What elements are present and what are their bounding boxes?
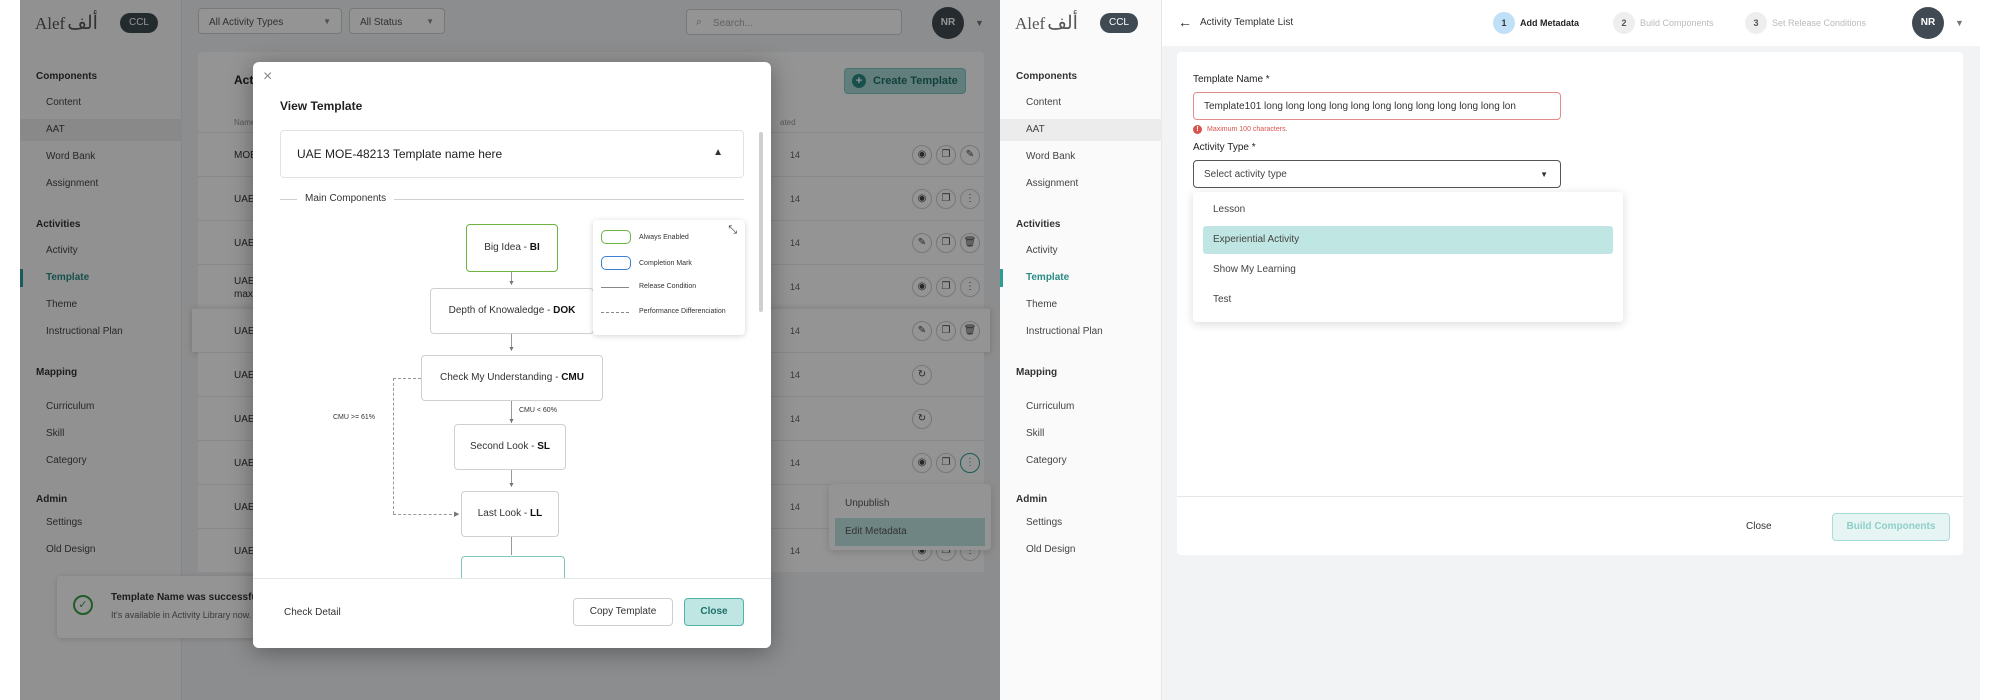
close-button[interactable]: Close bbox=[1746, 521, 1772, 532]
chevron-down-icon: ▼ bbox=[1540, 170, 1548, 179]
legend-always-enabled: Always Enabled bbox=[639, 234, 689, 241]
condition-label-cmu-lt-60: CMU < 60% bbox=[519, 407, 557, 414]
copy-template-button[interactable]: Copy Template bbox=[573, 598, 673, 626]
activity-type-label: Activity Type * bbox=[1193, 142, 1256, 153]
error-message: ! Maximum 100 characters. bbox=[1193, 125, 1288, 134]
chevron-up-icon[interactable]: ▲ bbox=[713, 147, 723, 158]
arrow-down-icon: ▼ bbox=[508, 280, 515, 287]
activity-type-dropdown: Lesson Experiential Activity Show My Lea… bbox=[1193, 192, 1623, 322]
sidebar: Alef ألف CCL Components Content AAT Word … bbox=[1000, 0, 1162, 700]
legend-line-dashed bbox=[601, 312, 629, 313]
template-accordion[interactable]: UAE MOE-48213 Template name here ▲ bbox=[280, 130, 744, 178]
sidebar-item-theme[interactable]: Theme bbox=[1000, 294, 1162, 316]
modal-footer: Check Detail Copy Template Close bbox=[253, 578, 771, 648]
sidebar-item-category[interactable]: Category bbox=[1000, 450, 1162, 472]
sidebar-section-activities: Activities bbox=[1016, 219, 1061, 230]
left-screen: Alef ألف CCL Components Content AAT Word … bbox=[20, 0, 1000, 700]
sidebar-item-activity[interactable]: Activity bbox=[1000, 240, 1162, 262]
avatar[interactable]: NR bbox=[1912, 7, 1944, 39]
sidebar-section-mapping: Mapping bbox=[1016, 367, 1058, 378]
dashed-connector bbox=[393, 514, 457, 515]
alef-logo: Alef ألف bbox=[1015, 13, 1078, 34]
sidebar-item-assignment[interactable]: Assignment bbox=[1000, 173, 1162, 195]
divider bbox=[1177, 496, 1963, 497]
step-3-label[interactable]: Set Release Conditions bbox=[1772, 18, 1866, 28]
sidebar-item-aat[interactable]: AAT bbox=[1000, 119, 1162, 141]
template-name-input[interactable]: Template101 long long long long long lon… bbox=[1193, 92, 1561, 120]
arrow-down-icon: ▼ bbox=[508, 346, 515, 353]
sidebar-section-admin: Admin bbox=[1016, 494, 1048, 505]
ccl-badge: CCL bbox=[1100, 13, 1138, 33]
arrow-down-icon: ▼ bbox=[508, 482, 515, 489]
node-cmu[interactable]: Check My Understanding - CMU bbox=[421, 355, 603, 401]
sidebar-item-settings[interactable]: Settings bbox=[1000, 512, 1162, 534]
option-experiential-activity[interactable]: Experiential Activity bbox=[1203, 226, 1613, 254]
legend-line-solid bbox=[601, 287, 629, 288]
step-2-label[interactable]: Build Components bbox=[1640, 18, 1714, 28]
dashed-connector bbox=[393, 378, 394, 514]
accordion-title: UAE MOE-48213 Template name here bbox=[297, 147, 503, 161]
sidebar-item-word-bank[interactable]: Word Bank bbox=[1000, 146, 1162, 168]
modal-scrollbar[interactable] bbox=[759, 132, 763, 312]
option-lesson[interactable]: Lesson bbox=[1203, 196, 1613, 224]
arrow-left-icon[interactable]: ← bbox=[1178, 14, 1192, 30]
legend-completion-mark: Completion Mark bbox=[639, 260, 692, 267]
legend-release-condition: Release Condition bbox=[639, 283, 697, 290]
modal-title: View Template bbox=[280, 99, 363, 113]
sidebar-item-skill[interactable]: Skill bbox=[1000, 423, 1162, 445]
step-3-number[interactable]: 3 bbox=[1745, 12, 1767, 34]
diagram-legend: ⤡ Always Enabled Completion Mark Release… bbox=[593, 220, 745, 335]
close-button[interactable]: Close bbox=[684, 598, 744, 626]
build-components-button[interactable]: Build Components bbox=[1832, 513, 1950, 541]
condition-label-cmu-ge-61: CMU >= 61% bbox=[333, 414, 376, 421]
connector bbox=[511, 537, 512, 555]
node-big-idea[interactable]: Big Idea - BI bbox=[466, 224, 558, 272]
sidebar-item-template[interactable]: Template bbox=[1000, 267, 1162, 289]
chevron-down-icon[interactable]: ▼ bbox=[1955, 18, 1964, 28]
activity-type-placeholder: Select activity type bbox=[1204, 169, 1287, 180]
node-second-look[interactable]: Second Look - SL bbox=[454, 424, 566, 470]
error-icon: ! bbox=[1193, 125, 1202, 134]
sidebar-item-curriculum[interactable]: Curriculum bbox=[1000, 396, 1162, 418]
step-1-label[interactable]: Add Metadata bbox=[1520, 18, 1579, 28]
legend-swatch-green bbox=[601, 230, 631, 244]
option-show-my-learning[interactable]: Show My Learning bbox=[1203, 256, 1613, 284]
dashed-connector bbox=[393, 378, 421, 379]
legend-performance-diff: Performance Differenciation bbox=[639, 308, 726, 315]
node-last-look[interactable]: Last Look - LL bbox=[461, 491, 559, 537]
sidebar-item-old-design[interactable]: Old Design bbox=[1000, 539, 1162, 561]
breadcrumb[interactable]: Activity Template List bbox=[1200, 17, 1293, 28]
compress-icon[interactable]: ⤡ bbox=[728, 224, 737, 237]
option-test[interactable]: Test bbox=[1203, 286, 1613, 314]
close-icon[interactable]: × bbox=[263, 68, 272, 86]
arrow-right-icon: ▶ bbox=[454, 511, 460, 518]
step-2-number[interactable]: 2 bbox=[1613, 12, 1635, 34]
sidebar-section-components: Components bbox=[1016, 71, 1078, 82]
sidebar-item-instructional-plan[interactable]: Instructional Plan bbox=[1000, 321, 1162, 343]
check-detail-link[interactable]: Check Detail bbox=[284, 607, 341, 618]
right-screen: Alef ألف CCL Components Content AAT Word … bbox=[1000, 0, 1980, 700]
activity-type-select[interactable]: Select activity type ▼ bbox=[1193, 160, 1561, 188]
step-1-number[interactable]: 1 bbox=[1493, 12, 1515, 34]
sidebar-item-content[interactable]: Content bbox=[1000, 92, 1162, 114]
view-template-modal: × View Template UAE MOE-48213 Template n… bbox=[253, 62, 771, 648]
legend-swatch-blue bbox=[601, 256, 631, 270]
template-name-label: Template Name * bbox=[1193, 74, 1270, 85]
node-dok[interactable]: Depth of Knowaledge - DOK bbox=[430, 288, 594, 334]
main-components-label: Main Components bbox=[297, 193, 395, 204]
